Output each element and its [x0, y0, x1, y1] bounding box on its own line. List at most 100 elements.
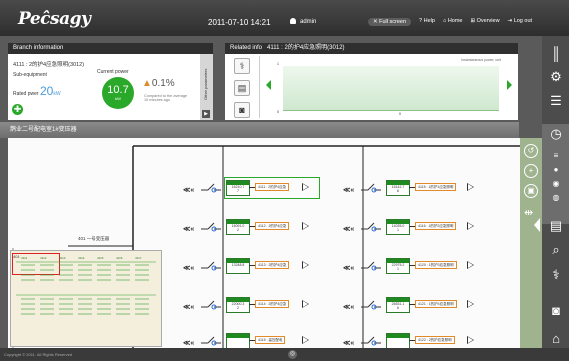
load-arrow-icon: [302, 222, 309, 230]
printer-icon[interactable]: ▤: [234, 80, 250, 96]
feeder-arrow-icon: ≪«: [343, 304, 355, 311]
username-label: admin: [300, 19, 317, 25]
search-icon[interactable]: ⌕: [548, 242, 564, 258]
chart-y-bottom: 0: [277, 110, 279, 114]
fit-icon[interactable]: ▣: [524, 184, 538, 198]
feeder-arrow-icon: ≪«: [183, 265, 195, 272]
footer: Copyright © 2011. All Rights Reserved ◎: [0, 348, 569, 361]
power-value: 16091.0 2: [231, 224, 245, 232]
power-value-box[interactable]: 16091.0 2: [226, 219, 250, 235]
branch-info-header: Branch information: [8, 43, 213, 54]
chart-prev-icon[interactable]: [266, 80, 271, 90]
branch-label[interactable]: 4113 : 2的护4应急: [255, 261, 290, 269]
expand-icon[interactable]: ⇹: [524, 206, 533, 219]
load-arrow-icon: [467, 336, 474, 344]
clock-icon[interactable]: ◷: [548, 126, 564, 142]
diagram-title-strip: 鹊业二号配电室1#变压器: [0, 122, 519, 138]
switch-icon: [361, 260, 381, 274]
power-value-box[interactable]: 22975.2 1: [386, 258, 410, 274]
chart-y-top: 1: [277, 62, 279, 66]
svg-text:4113: 4113: [59, 256, 66, 260]
power-change: ▲0.1%: [142, 78, 175, 89]
feeder-arrow-icon: ≪«: [343, 340, 355, 347]
branch-label[interactable]: 4116 : 1的护2应急照明: [415, 222, 457, 230]
branch-label[interactable]: 4114 : 2的护4应急: [255, 300, 290, 308]
current-user[interactable]: admin: [290, 18, 316, 25]
selected-branch-highlight: [224, 177, 320, 199]
switch-icon: [361, 299, 381, 313]
svg-text:4117: 4117: [135, 256, 142, 260]
minimap[interactable]: 401 4111 4112 4113 4114 4115 4116 4117: [10, 250, 162, 347]
list-icon[interactable]: ☰: [548, 93, 564, 109]
related-info-name: 4111 : 2的护4应急照明(3012): [267, 45, 345, 51]
branch-name: 4111 : 2的护4应急照明(3012): [13, 62, 85, 68]
branch-label[interactable]: 4122 : 2的护应急照明: [415, 336, 455, 344]
stethoscope-icon[interactable]: ⚕: [548, 267, 564, 283]
sub-equipment-label: Sub-equipment: [13, 72, 47, 78]
compare-note: Compared to the average 10 minutes ago: [144, 94, 188, 102]
load-arrow-icon: [302, 300, 309, 308]
power-value-box[interactable]: [226, 333, 250, 349]
switch-icon: [361, 182, 381, 196]
power-value-box[interactable]: 26531.1 6: [386, 297, 410, 313]
load-arrow-icon: [467, 261, 474, 269]
branch-label[interactable]: 4121 : 1的护4应急照明: [415, 300, 457, 308]
scroll-toggle-icon[interactable]: ◎: [288, 350, 297, 359]
branch-label[interactable]: 4115 : 高压配电: [255, 336, 286, 344]
sidebar-item-equipment[interactable]: ◍: [548, 190, 564, 206]
power-value-box[interactable]: 14035.0 1: [386, 219, 410, 235]
gear-icon[interactable]: ⚙: [548, 69, 564, 85]
home-icon[interactable]: ⌂: [548, 331, 564, 347]
top-bar: Peĉsagy 2011-07-10 14:21 admin ✕ Full sc…: [0, 0, 569, 36]
chart-area: [283, 66, 499, 111]
zoom-in-icon[interactable]: +: [524, 164, 538, 178]
related-info-title: Related info: [230, 45, 263, 51]
switch-icon: [361, 221, 381, 235]
overview-button[interactable]: ⊞ Overview: [470, 18, 499, 26]
user-icon: [290, 18, 296, 24]
chart-legend: Instantaneous power, unit: [461, 58, 501, 62]
power-value-box[interactable]: [386, 333, 410, 349]
power-chart: Instantaneous power, unit 1 0 0: [277, 58, 501, 116]
other-parameters-tab[interactable]: Other parameters ▶: [200, 54, 213, 120]
copyright-text: Copyright © 2011. All Rights Reserved: [4, 352, 73, 357]
camera-icon[interactable]: ◙: [548, 303, 564, 319]
app-logo: Peĉsagy: [18, 9, 91, 29]
chart-bars-icon[interactable]: ║: [548, 46, 564, 62]
feeder-arrow-icon: ≪«: [343, 187, 355, 194]
rated-power: Rated pwer 20kW: [13, 84, 61, 98]
branch-info-panel: 4111 : 2的护4应急照明(3012) Sub-equipment Rate…: [8, 54, 213, 120]
logout-button[interactable]: ⇥ Log out: [508, 18, 533, 26]
power-value-box[interactable]: 13248.8: [226, 258, 250, 274]
switch-icon: [201, 221, 221, 235]
power-value: 22975.2 1: [391, 263, 405, 271]
switch-icon: [201, 335, 221, 349]
bus-label: 401 一号变压器: [78, 236, 110, 241]
power-value-box[interactable]: 22000.3 2: [226, 297, 250, 313]
camera-icon[interactable]: ◙: [234, 102, 250, 118]
collapse-arrow-icon[interactable]: [534, 218, 540, 232]
single-line-diagram: 401 一号变压器 ≪« 16210.7 7 4111 : 2的护4应急 ≪« 1614…: [8, 138, 520, 349]
power-value-box[interactable]: 16142.7 6: [386, 180, 410, 196]
printer-icon[interactable]: ▤: [548, 218, 564, 234]
back-icon[interactable]: ↺: [524, 144, 538, 158]
power-value: 13248.8: [231, 263, 245, 267]
help-button[interactable]: ? Help: [419, 18, 435, 26]
home-button[interactable]: ⌂ Home: [443, 18, 463, 26]
branch-label[interactable]: 4112 : 2的护4应急: [255, 222, 290, 230]
chart-next-icon[interactable]: [507, 80, 512, 90]
current-power-gauge: 10.7 kW: [102, 77, 134, 109]
play-icon[interactable]: ▶: [202, 110, 210, 118]
power-value: 14035.0 1: [391, 224, 405, 232]
fullscreen-button[interactable]: ✕ Full screen: [368, 18, 412, 26]
feeder-arrow-icon: ≪«: [183, 187, 195, 194]
stethoscope-icon[interactable]: ⚕: [234, 58, 250, 74]
branch-label[interactable]: 4120 : 1的护3应急照明: [415, 261, 457, 269]
branch-status-icon[interactable]: ✚: [12, 104, 23, 115]
branch-label[interactable]: 4115 : 1的护1应急照明: [415, 183, 457, 191]
power-value: 26531.1 6: [391, 302, 405, 310]
datetime-display: 2011-07-10 14:21: [208, 18, 271, 27]
switch-icon: [201, 299, 221, 313]
feeder-arrow-icon: ≪«: [343, 265, 355, 272]
load-arrow-icon: [302, 336, 309, 344]
